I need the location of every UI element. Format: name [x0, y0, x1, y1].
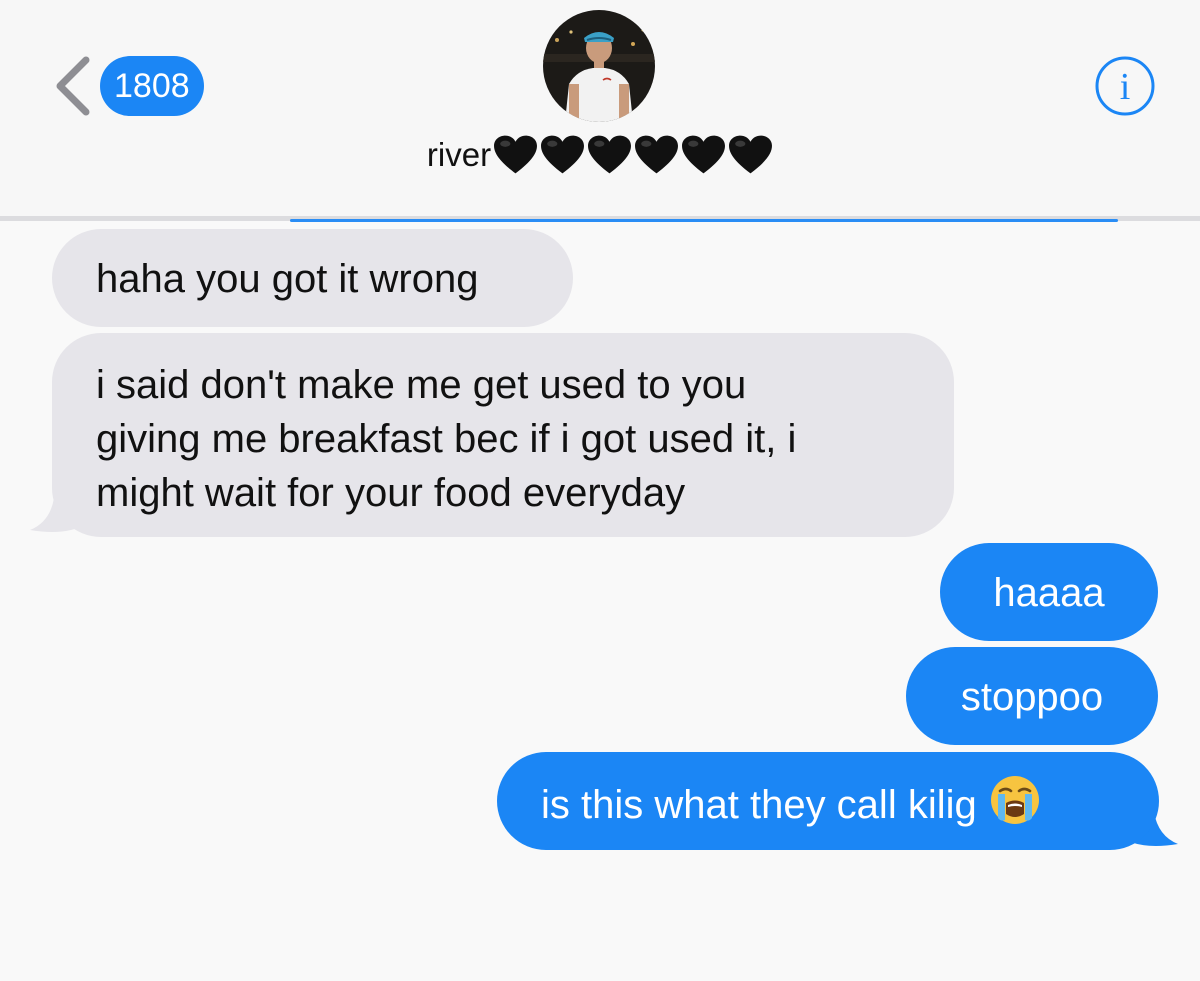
- unread-count-badge: 1808: [100, 56, 204, 116]
- message-text: stoppoo: [960, 675, 1104, 719]
- conversation-screen: 1808 river i haha you got it wrong i sai…: [0, 0, 1200, 981]
- message-text-line: might wait for your food everyday: [96, 471, 686, 515]
- message-text-line: i said don't make me get used to you: [96, 363, 747, 407]
- clipped-sent-bubble-edge: [290, 219, 1118, 222]
- avatar-photo: [543, 10, 655, 122]
- info-icon[interactable]: i: [1094, 55, 1156, 117]
- loudly-crying-face-icon: [990, 776, 1039, 824]
- contact-name-emoji: [493, 134, 773, 176]
- message-text-line: giving me breakfast bec if i got used it…: [96, 417, 797, 461]
- sent-message[interactable]: haaaa: [940, 543, 1158, 641]
- contact-name-text: river: [426, 136, 492, 173]
- message-text: haaaa: [993, 571, 1105, 615]
- received-message[interactable]: i said don't make me get used to you giv…: [52, 333, 954, 537]
- sent-message[interactable]: stoppoo: [906, 647, 1158, 745]
- back-button[interactable]: 1808: [52, 54, 204, 118]
- black-heart-icon: [635, 135, 679, 174]
- conversation-header: 1808 river i: [0, 0, 1200, 216]
- black-heart-icon: [682, 135, 726, 174]
- black-heart-icon: [494, 135, 538, 174]
- contact-avatar[interactable]: [543, 10, 655, 122]
- contact-name[interactable]: river: [0, 134, 1200, 176]
- black-heart-icon: [541, 135, 585, 174]
- black-heart-icon: [729, 135, 773, 174]
- chevron-left-icon: [56, 56, 90, 116]
- received-message[interactable]: haha you got it wrong: [52, 229, 573, 327]
- message-text: is this what they call kilig: [541, 783, 977, 827]
- black-heart-icon: [588, 135, 632, 174]
- message-text: haha you got it wrong: [96, 257, 479, 301]
- svg-text:i: i: [1120, 66, 1131, 108]
- sent-message[interactable]: is this what they call kilig: [497, 752, 1159, 850]
